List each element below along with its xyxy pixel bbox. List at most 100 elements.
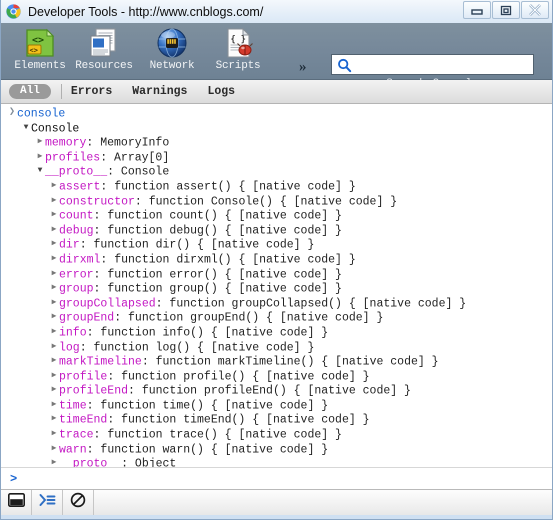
disclosure-triangle-closed-icon[interactable]: ▶ xyxy=(49,427,59,442)
console-property: count: function count() { [native code] … xyxy=(59,209,342,222)
property-name: timeEnd xyxy=(59,413,108,427)
console-property: assert: function assert() { [native code… xyxy=(59,180,356,193)
console-row[interactable]: ▼ __proto__: Console xyxy=(1,164,552,179)
disclosure-triangle-closed-icon[interactable]: ▶ xyxy=(49,310,59,325)
console-output[interactable]: ❯ console ▼ Console ▶ memory: MemoryInfo ▶ prof… xyxy=(1,104,552,486)
property-name: markTimeline xyxy=(59,355,142,369)
console-row[interactable]: ▶ profiles: Array[0] xyxy=(1,150,552,165)
disclosure-triangle-closed-icon[interactable]: ▶ xyxy=(49,281,59,296)
property-name: memory xyxy=(45,136,87,150)
panel-button-elements[interactable]: <> <> Elements xyxy=(9,26,71,78)
disclosure-triangle-closed-icon[interactable]: ▶ xyxy=(49,325,59,340)
panel-button-scripts[interactable]: { } Scripts xyxy=(207,26,269,78)
disclosure-triangle-closed-icon[interactable]: ▶ xyxy=(49,223,59,238)
devtools-toolbar: <> <> Elements Resources Network {} Scr… xyxy=(1,23,552,90)
console-row[interactable]: ▶ time: function time() { [native code] } xyxy=(1,398,552,413)
disclosure-triangle-closed-icon[interactable]: ▶ xyxy=(49,252,59,267)
console-prompt-input[interactable] xyxy=(24,471,552,486)
property-name: group xyxy=(59,282,94,296)
console-row[interactable]: ▶ profileEnd: function profileEnd() { [na… xyxy=(1,383,552,398)
console-row[interactable]: ▼ Console xyxy=(1,121,552,136)
console-row[interactable]: ▶ memory: MemoryInfo xyxy=(1,135,552,150)
window-title: Developer Tools - http://www.cnblogs.com… xyxy=(28,4,264,19)
property-value: : function groupEnd() { [native code] } xyxy=(114,311,384,325)
filter-errors[interactable]: Errors xyxy=(71,85,112,98)
console-prompt-row[interactable]: > xyxy=(1,467,552,489)
disclosure-triangle-closed-icon[interactable]: ▶ xyxy=(49,208,59,223)
console-row[interactable]: ▶ log: function log() { [native code] } xyxy=(1,340,552,355)
console-property: error: function error() { [native code] … xyxy=(59,268,342,281)
clear-console-button[interactable] xyxy=(63,490,94,515)
console-property: group: function group() { [native code] … xyxy=(59,282,342,295)
console-row[interactable]: ▶ timeEnd: function timeEnd() { [native c… xyxy=(1,412,552,427)
network-icon xyxy=(155,26,189,60)
property-value: : function profile() { [native code] } xyxy=(107,370,370,384)
property-value: : Console xyxy=(107,165,170,179)
disclosure-triangle-closed-icon[interactable]: ▶ xyxy=(49,179,59,194)
console-property: __proto__: Console xyxy=(45,166,169,179)
disclosure-triangle-closed-icon[interactable]: ▶ xyxy=(49,383,59,398)
console-row[interactable]: ▶ trace: function trace() { [native code]… xyxy=(1,427,552,442)
disclosure-triangle-closed-icon[interactable]: ▶ xyxy=(49,398,59,413)
disclosure-triangle-closed-icon[interactable]: ▶ xyxy=(49,369,59,384)
restore-button[interactable] xyxy=(492,1,520,19)
console-row[interactable]: ▶ count: function count() { [native code]… xyxy=(1,208,552,223)
property-value: : function trace() { [native code] } xyxy=(93,428,342,442)
disclosure-triangle-closed-icon[interactable]: ▶ xyxy=(49,296,59,311)
console-row[interactable]: ▶ profile: function profile() { [native c… xyxy=(1,369,552,384)
property-name: count xyxy=(59,209,94,223)
disclosure-triangle-closed-icon[interactable]: ▶ xyxy=(49,442,59,457)
property-value: : function log() { [native code] } xyxy=(79,340,315,354)
devtools-window: Developer Tools - http://www.cnblogs.com… xyxy=(0,0,553,520)
property-value: : function debug() { [native code] } xyxy=(93,224,342,238)
property-name: time xyxy=(59,399,87,413)
console-row[interactable]: ▶ dir: function dir() { [native code] } xyxy=(1,237,552,252)
console-row[interactable]: ▶ error: function error() { [native code]… xyxy=(1,267,552,282)
panel-button-network[interactable]: Network xyxy=(141,26,203,78)
disclosure-triangle-closed-icon[interactable]: ▶ xyxy=(35,150,45,165)
console-row[interactable]: ▶ constructor: function Console() { [nati… xyxy=(1,194,552,209)
panel-button-resources[interactable]: Resources xyxy=(73,26,135,78)
property-name: info xyxy=(59,326,87,340)
search-input[interactable] xyxy=(354,56,529,73)
filter-logs[interactable]: Logs xyxy=(207,85,235,98)
property-value: : function group() { [native code] } xyxy=(93,282,342,296)
chevron-double-right-icon[interactable]: » xyxy=(299,59,307,76)
disclosure-triangle-open-icon[interactable]: ▼ xyxy=(35,164,45,179)
console-row[interactable]: ▶ warn: function warn() { [native code] } xyxy=(1,442,552,457)
search-box[interactable] xyxy=(331,54,534,75)
console-row[interactable]: ❯ console xyxy=(1,104,552,121)
disclosure-triangle-closed-icon[interactable]: ▶ xyxy=(49,194,59,209)
disclosure-triangle-closed-icon[interactable]: ▶ xyxy=(49,412,59,427)
console-row[interactable]: ▶ group: function group() { [native code]… xyxy=(1,281,552,296)
disclosure-triangle-closed-icon[interactable]: ▶ xyxy=(35,135,45,150)
minimize-button[interactable] xyxy=(463,1,491,19)
disclosure-triangle-open-icon[interactable]: ▼ xyxy=(21,121,31,136)
console-row[interactable]: ▶ debug: function debug() { [native code]… xyxy=(1,223,552,238)
property-value: : function markTimeline() { [native code… xyxy=(141,355,439,369)
show-console-button[interactable] xyxy=(32,490,63,515)
dock-to-window-button[interactable] xyxy=(1,490,32,515)
disclosure-triangle-closed-icon[interactable]: ▶ xyxy=(49,340,59,355)
console-property: groupEnd: function groupEnd() { [native … xyxy=(59,312,383,325)
filter-warnings[interactable]: Warnings xyxy=(132,85,187,98)
disclosure-triangle-closed-icon[interactable]: ▶ xyxy=(49,267,59,282)
property-name: log xyxy=(59,340,80,354)
console-row[interactable]: ▶ info: function info() { [native code] } xyxy=(1,325,552,340)
console-row[interactable]: ▶ markTimeline: function markTimeline() {… xyxy=(1,354,552,369)
console-row[interactable]: ▶ assert: function assert() { [native cod… xyxy=(1,179,552,194)
console-row[interactable]: ▶ groupEnd: function groupEnd() { [native… xyxy=(1,310,552,325)
scripts-icon: { } xyxy=(221,26,255,60)
property-value: : function count() { [native code] } xyxy=(93,209,342,223)
disclosure-triangle-closed-icon[interactable]: ▶ xyxy=(49,237,59,252)
console-row[interactable]: ▶ dirxml: function dirxml() { [native cod… xyxy=(1,252,552,267)
console-property: dir: function dir() { [native code] } xyxy=(59,239,314,252)
console-row[interactable]: ▶ groupCollapsed: function groupCollapsed… xyxy=(1,296,552,311)
console-property: debug: function debug() { [native code] … xyxy=(59,224,342,237)
close-button[interactable] xyxy=(521,1,549,19)
console-property: memory: MemoryInfo xyxy=(45,137,169,150)
svg-text:<>: <> xyxy=(30,47,38,55)
filter-all-pill[interactable]: All xyxy=(9,84,51,99)
console-property: dirxml: function dirxml() { [native code… xyxy=(59,253,356,266)
disclosure-triangle-closed-icon[interactable]: ▶ xyxy=(49,354,59,369)
